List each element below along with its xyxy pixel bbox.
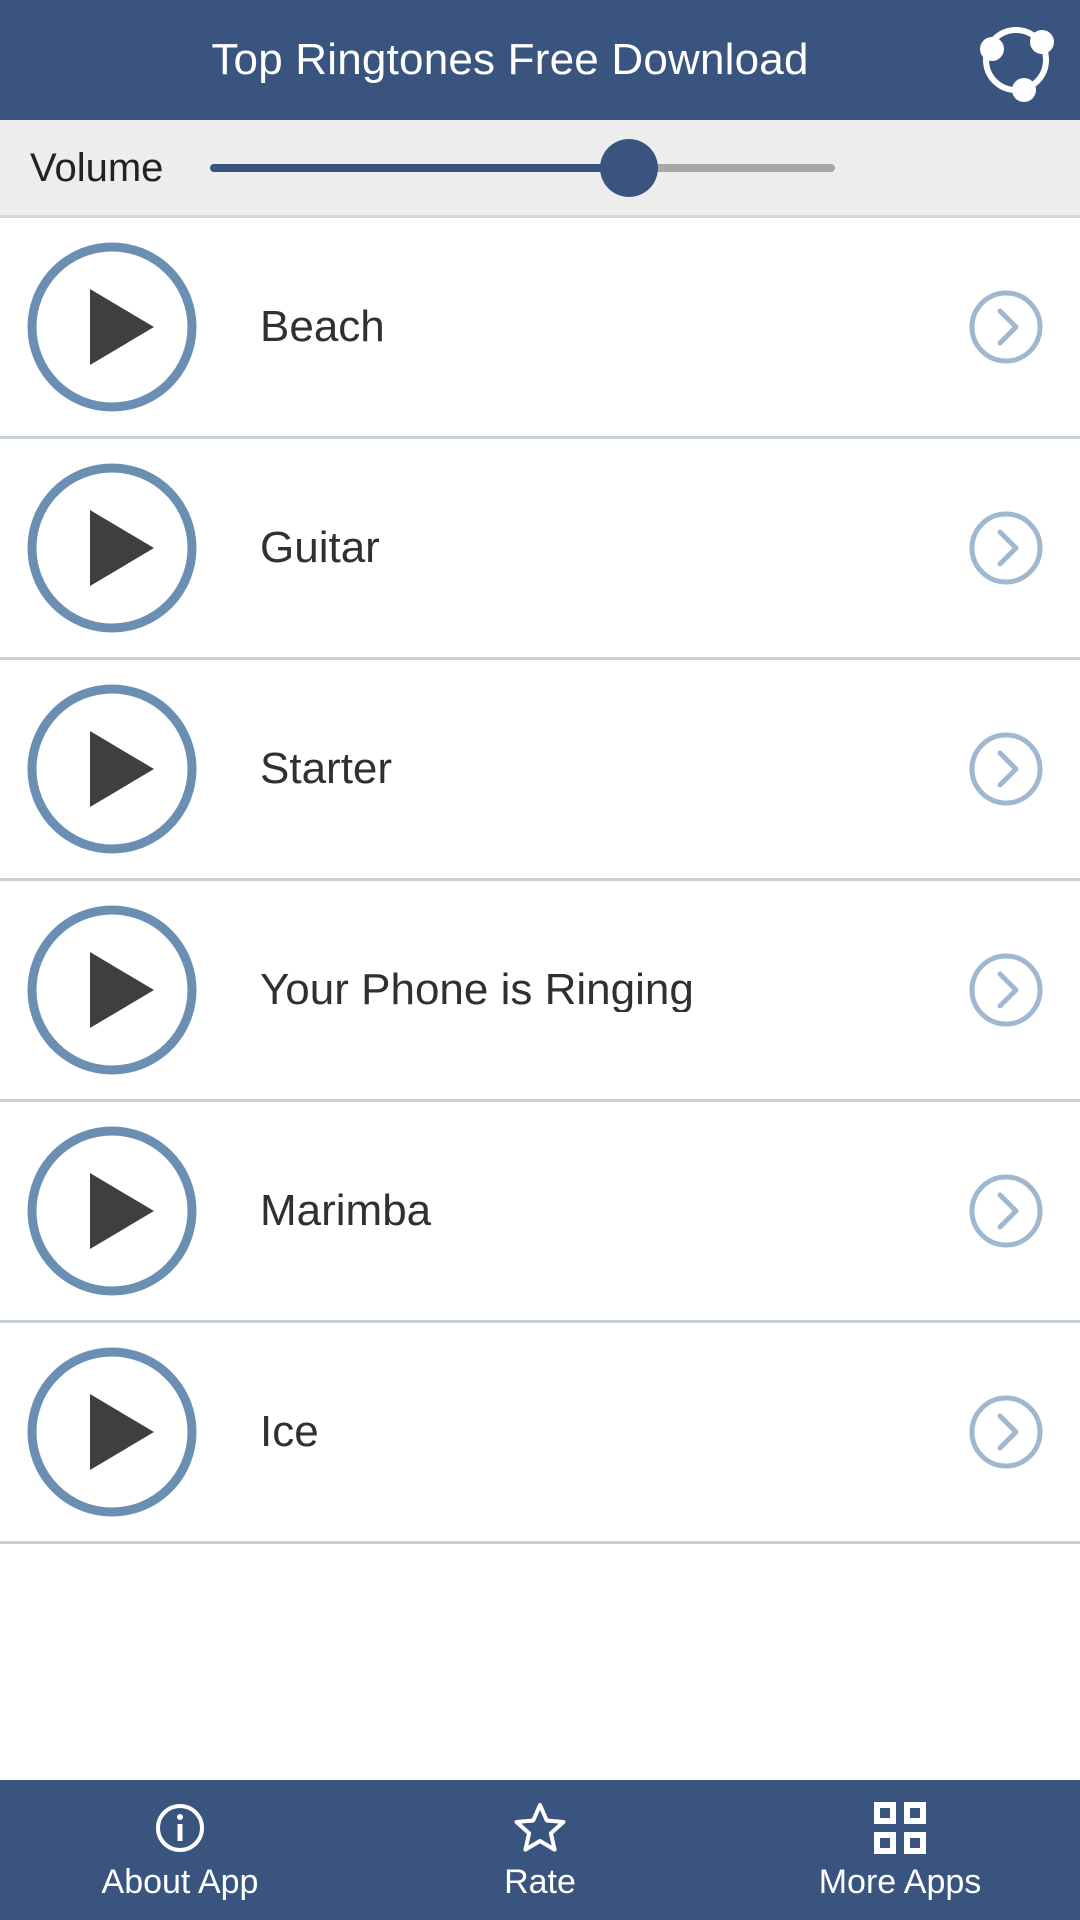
ringtone-list[interactable]: Beach Guitar Starter Your Phone is Ringi… xyxy=(0,218,1080,1780)
volume-control-bar: Volume xyxy=(0,120,1080,218)
list-item[interactable]: Your Phone is Ringing xyxy=(0,881,1080,1102)
nav-label-about-app: About App xyxy=(101,1863,259,1901)
nav-item-rate[interactable]: Rate xyxy=(360,1780,720,1920)
list-item[interactable]: Ice xyxy=(0,1323,1080,1544)
play-icon[interactable] xyxy=(26,904,198,1076)
play-icon[interactable] xyxy=(26,241,198,413)
grid-cell xyxy=(904,1832,926,1854)
nav-item-about-app[interactable]: About App xyxy=(0,1780,360,1920)
share-network-icon[interactable] xyxy=(968,12,1064,108)
nav-item-more-apps[interactable]: More Apps xyxy=(720,1780,1080,1920)
list-item-label: Guitar xyxy=(260,526,380,570)
list-item[interactable]: Guitar xyxy=(0,439,1080,660)
play-icon[interactable] xyxy=(26,462,198,634)
app-root: Top Ringtones Free Download Volume Beach… xyxy=(0,0,1080,1920)
nav-label-more-apps: More Apps xyxy=(818,1863,982,1901)
grid-cell xyxy=(874,1802,896,1824)
bottom-navigation: About App Rate More Apps xyxy=(0,1780,1080,1920)
volume-slider[interactable] xyxy=(210,138,835,198)
volume-label: Volume xyxy=(30,145,164,190)
grid-cell xyxy=(904,1802,926,1824)
star-outline-icon xyxy=(513,1801,567,1855)
volume-slider-fill xyxy=(210,163,629,172)
chevron-right-circle-icon[interactable] xyxy=(966,1392,1046,1472)
grid-apps-icon xyxy=(873,1801,927,1855)
list-item[interactable]: Starter xyxy=(0,660,1080,881)
info-circle-icon xyxy=(153,1801,207,1855)
grid-cell xyxy=(874,1832,896,1854)
list-item-label: Your Phone is Ringing xyxy=(260,968,694,1012)
chevron-right-circle-icon[interactable] xyxy=(966,287,1046,367)
chevron-right-circle-icon[interactable] xyxy=(966,508,1046,588)
chevron-right-circle-icon[interactable] xyxy=(966,950,1046,1030)
page-title: Top Ringtones Free Download xyxy=(211,35,809,84)
nav-label-rate: Rate xyxy=(504,1863,576,1901)
chevron-right-circle-icon[interactable] xyxy=(966,1171,1046,1251)
list-item-label: Ice xyxy=(260,1410,319,1454)
list-item[interactable]: Beach xyxy=(0,218,1080,439)
list-item[interactable]: Marimba xyxy=(0,1102,1080,1323)
play-icon[interactable] xyxy=(26,1346,198,1518)
list-item-label: Starter xyxy=(260,747,393,791)
volume-slider-thumb[interactable] xyxy=(599,138,658,197)
list-item-label: Marimba xyxy=(260,1189,432,1233)
list-item-label: Beach xyxy=(260,305,385,349)
play-icon[interactable] xyxy=(26,1125,198,1297)
chevron-right-circle-icon[interactable] xyxy=(966,729,1046,809)
play-icon[interactable] xyxy=(26,683,198,855)
app-header: Top Ringtones Free Download xyxy=(0,0,1080,120)
